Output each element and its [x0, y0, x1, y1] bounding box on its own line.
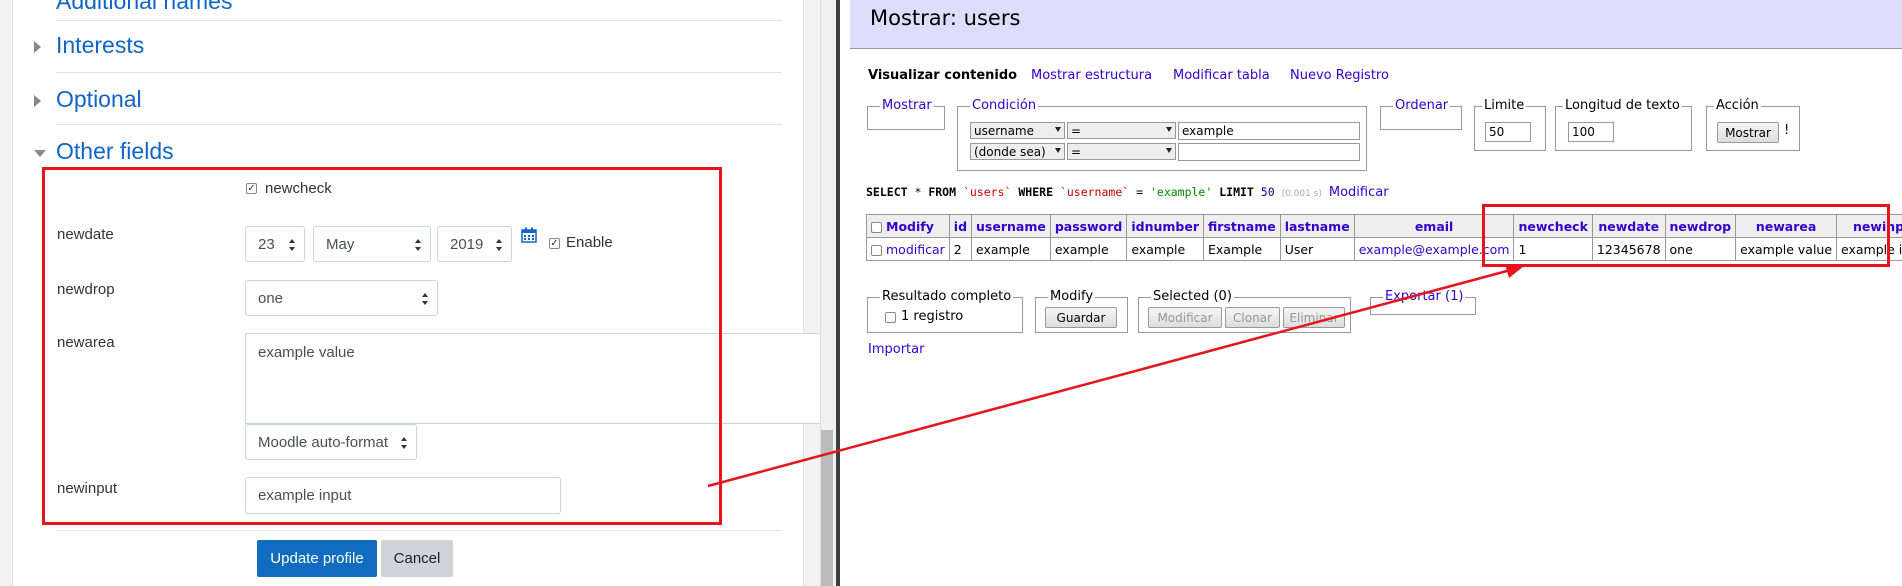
- annotation-arrow-icon: [707, 264, 1524, 488]
